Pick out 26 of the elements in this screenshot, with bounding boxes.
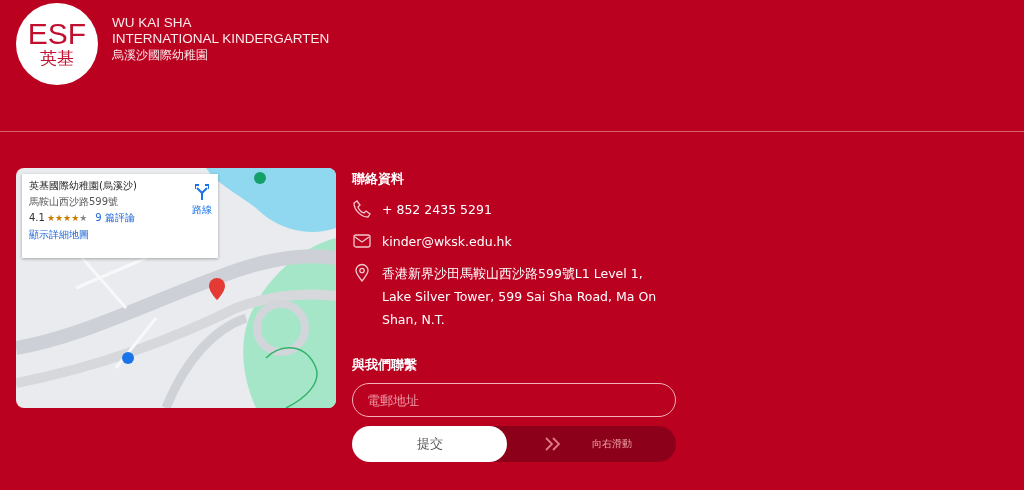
place-address: 馬鞍山西沙路599號 xyxy=(29,195,120,209)
phone-icon xyxy=(352,199,372,219)
contact-detail: 香港新界沙田馬鞍山西沙路599號L1 Level 1, Lake Silver Tower, 599 Sai Sha Road, Ma On Shan, N.T. xyxy=(382,265,658,329)
submit-button[interactable]: 提交 xyxy=(352,426,507,462)
rating-value: 4.1 xyxy=(29,211,45,225)
contact-detail: kinder@wksk.edu.hk xyxy=(382,233,513,251)
contact-detail: + 852 2435 5291 xyxy=(382,201,493,219)
section-heading: 聯絡資料 xyxy=(352,170,405,188)
location-pin-icon xyxy=(352,263,372,283)
logo-badge[interactable]: ESF 英基 xyxy=(16,3,98,85)
star-rating: ★★★★★ xyxy=(46,212,88,225)
logo-mark-chinese: 英基 xyxy=(40,48,74,68)
directions-button[interactable]: 路線 xyxy=(192,178,212,254)
directions-icon xyxy=(195,184,209,200)
section-heading: 與我們聯繫 xyxy=(352,356,418,374)
school-name: INTERNATIONAL KINDERGARTEN xyxy=(112,31,330,47)
mail-icon xyxy=(352,231,372,251)
email-field[interactable]: 電郵地址 xyxy=(352,383,676,417)
slide-hint: 向右滑動 xyxy=(592,437,632,451)
logo-mark: ESF xyxy=(27,20,87,48)
school-name: WU KAI SHA xyxy=(112,15,193,31)
double-chevron-icon xyxy=(544,437,562,451)
larger-map-link[interactable]: 顯示詳細地圖 xyxy=(29,227,137,243)
school-name-chinese: 烏溪沙國際幼稚園 xyxy=(112,47,209,63)
place-title: 英基國際幼稚園(烏溪沙) xyxy=(29,179,137,193)
reviews-link[interactable]: 9 篇評論 xyxy=(95,210,135,226)
